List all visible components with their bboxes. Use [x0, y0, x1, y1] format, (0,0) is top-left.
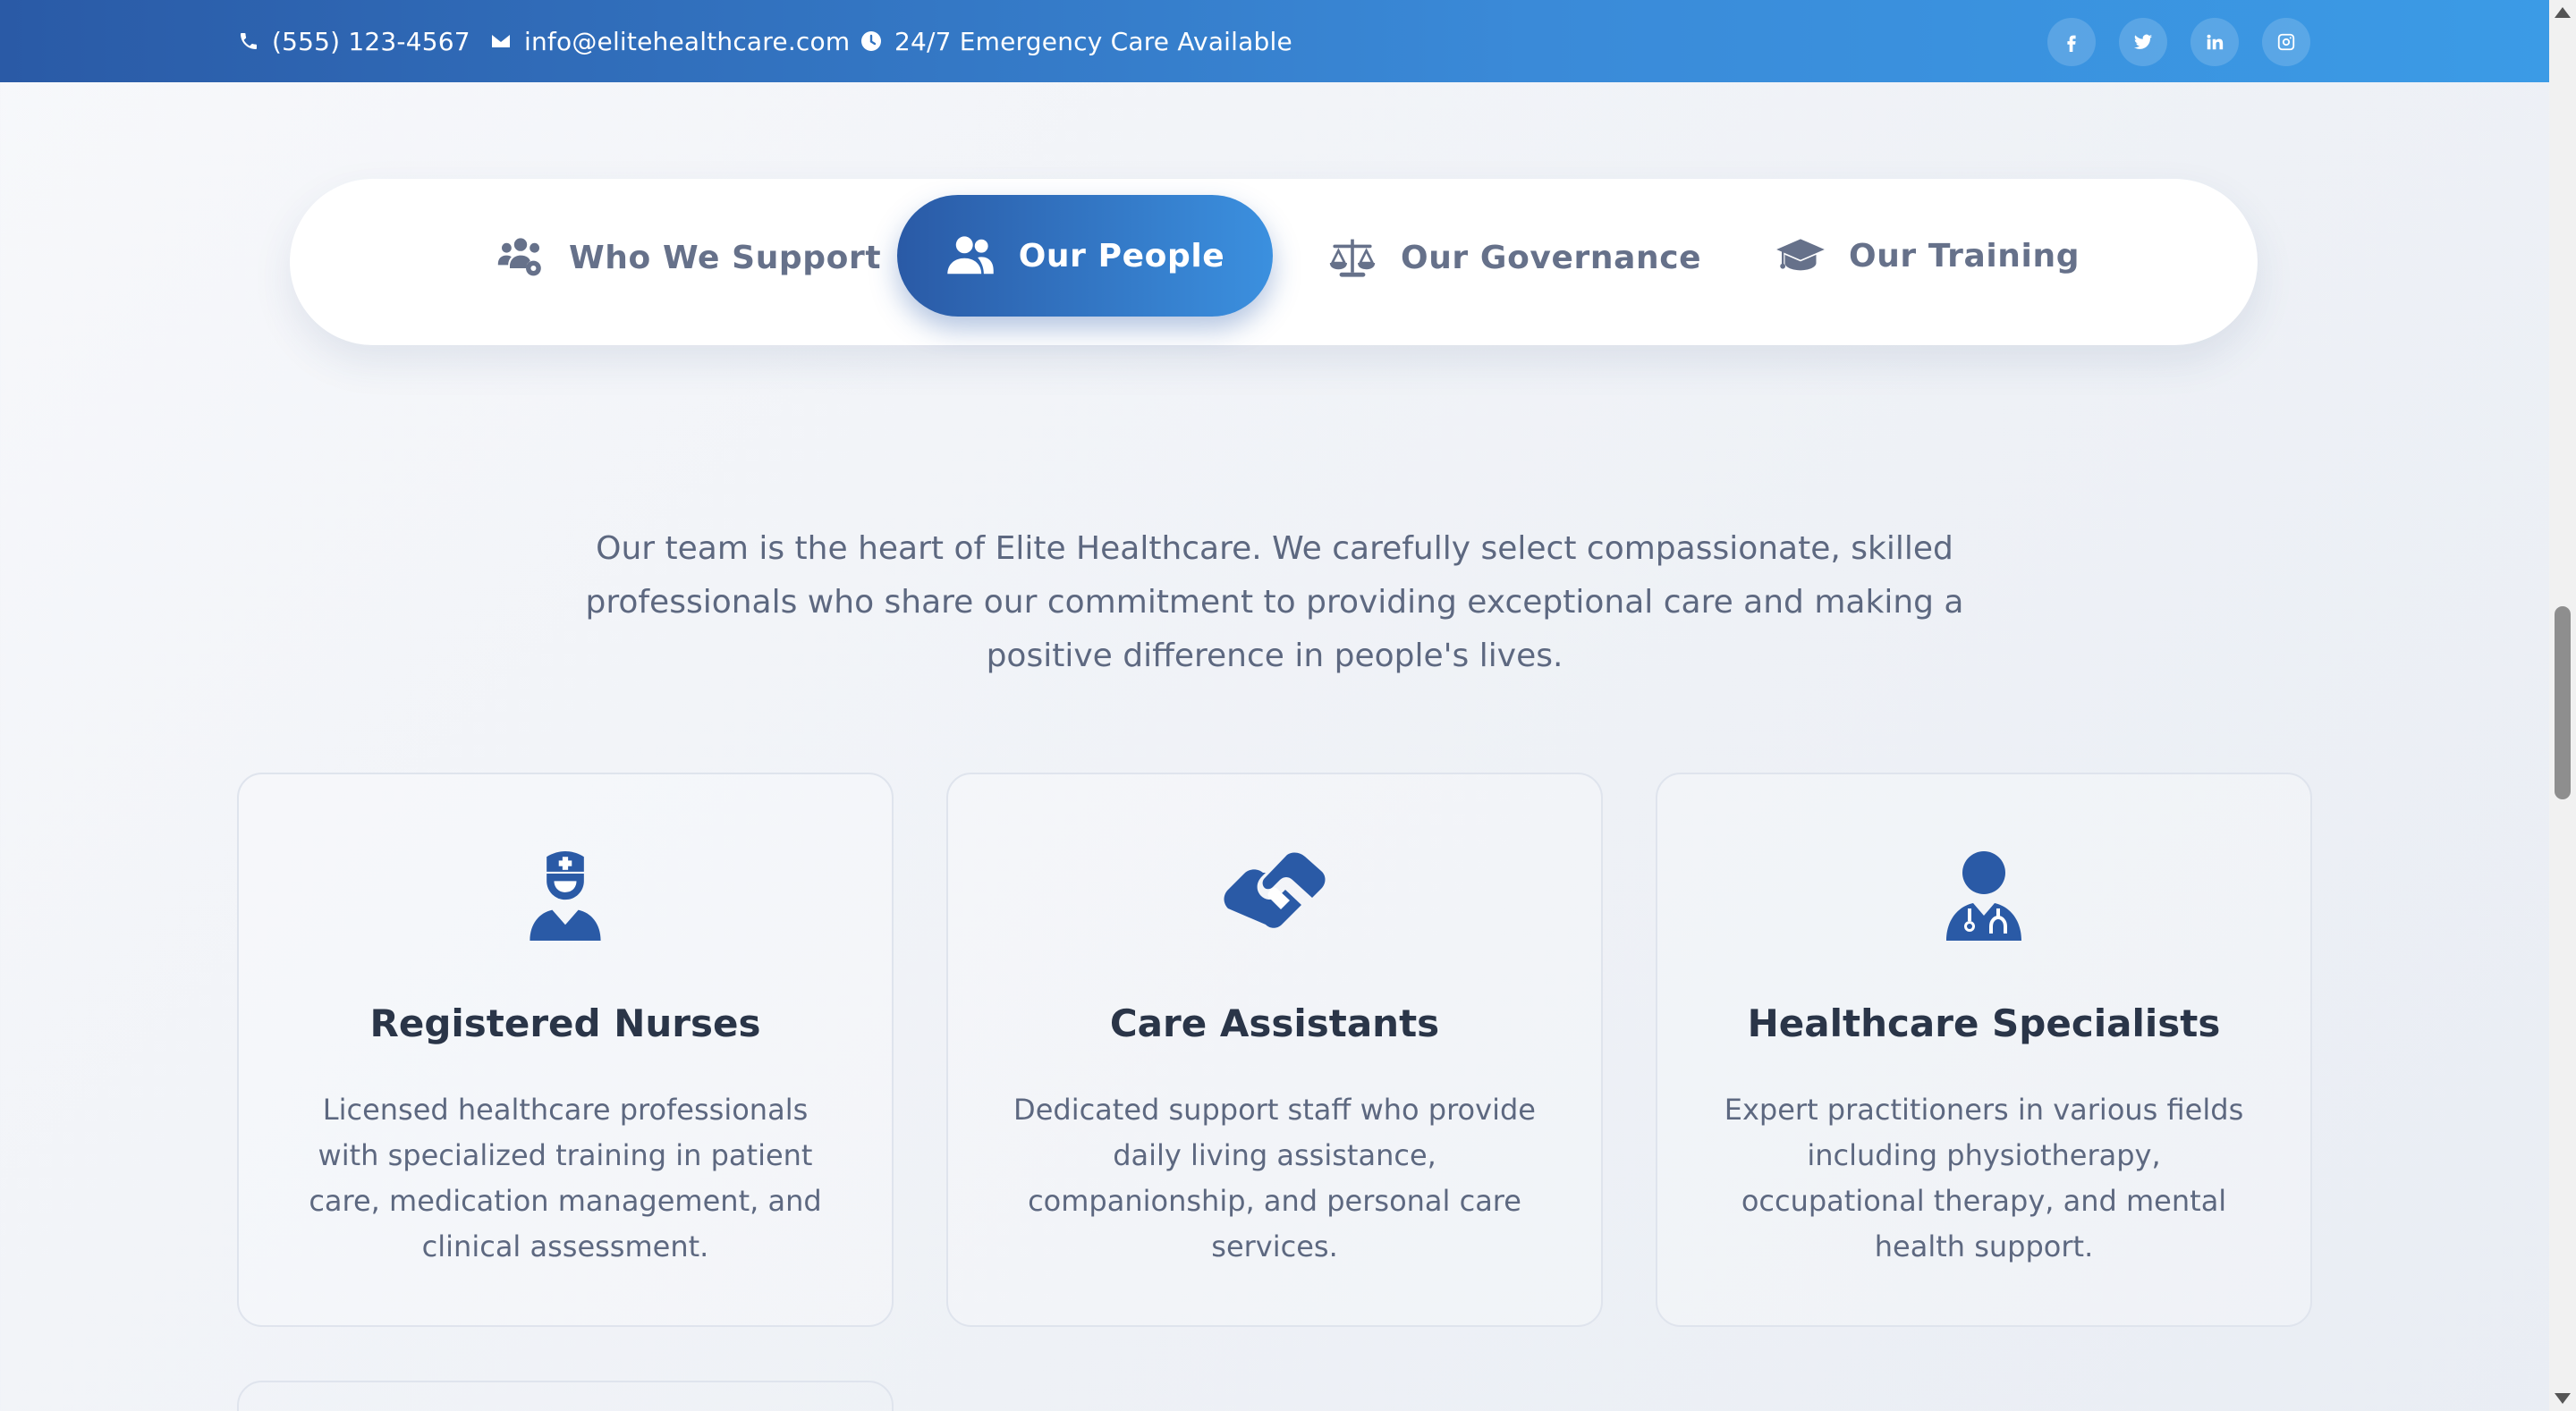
top-contact-bar: (555) 123-4567 info@elitehealthcare.com … [0, 0, 2549, 82]
doctor-icon [1946, 851, 2021, 941]
tab-our-governance[interactable]: Our Governance [1327, 236, 1701, 279]
tab-label: Our Governance [1401, 239, 1702, 276]
nurse-icon [530, 851, 601, 941]
email-address: info@elitehealthcare.com [524, 26, 851, 56]
section-tabs: Who We Support Our People Our Governance… [290, 179, 2258, 345]
emergency-notice: 24/7 Emergency Care Available [860, 0, 1292, 82]
phone-icon [241, 33, 257, 49]
card-description: Licensed healthcare professionals with s… [309, 1093, 822, 1263]
card-title: Registered Nurses [369, 1001, 761, 1045]
users-cog-icon [497, 238, 541, 276]
card-healthcare-specialists: Healthcare Specialists Expert practition… [1656, 773, 2312, 1327]
card-title: Care Assistants [1109, 1001, 1440, 1045]
scroll-up-arrow-icon[interactable] [2555, 7, 2571, 18]
phone-number: (555) 123-4567 [272, 26, 470, 56]
facebook-icon[interactable] [2047, 18, 2096, 66]
tab-our-people[interactable]: Our People [897, 195, 1273, 317]
card-title: Healthcare Specialists [1747, 1001, 2221, 1045]
emergency-text: 24/7 Emergency Care Available [894, 26, 1292, 56]
balance-scale-icon [1329, 239, 1376, 277]
scroll-down-arrow-icon[interactable] [2555, 1393, 2571, 1404]
hands-helping-icon [1224, 852, 1326, 928]
linkedin-icon[interactable] [2190, 18, 2239, 66]
tab-who-we-support[interactable]: Who We Support [496, 236, 881, 279]
users-icon [946, 236, 994, 275]
card-care-assistants: Care Assistants Dedicated support staff … [946, 773, 1603, 1327]
card-description: Dedicated support staff who provide dail… [1013, 1093, 1536, 1263]
clock-icon [861, 31, 881, 51]
page-scrollbar[interactable] [2549, 0, 2576, 1411]
card-partial-next-row [237, 1381, 894, 1411]
email-contact[interactable]: info@elitehealthcare.com [490, 0, 850, 82]
phone-contact[interactable]: (555) 123-4567 [238, 0, 470, 82]
twitter-icon[interactable] [2119, 18, 2167, 66]
graduation-cap-icon [1776, 239, 1825, 271]
team-intro-text: Our team is the heart of Elite Healthcar… [585, 530, 1964, 674]
tab-our-training[interactable]: Our Training [1775, 236, 2080, 275]
card-description: Expert practitioners in various fields i… [1724, 1093, 2244, 1263]
card-registered-nurses: Registered Nurses Licensed healthcare pr… [237, 773, 894, 1327]
tab-label: Who We Support [569, 239, 882, 276]
envelope-icon [492, 35, 510, 47]
instagram-icon[interactable] [2262, 18, 2310, 66]
tab-label: Our People [1018, 237, 1225, 275]
scroll-thumb[interactable] [2555, 606, 2571, 799]
tab-label: Our Training [1849, 237, 2080, 275]
